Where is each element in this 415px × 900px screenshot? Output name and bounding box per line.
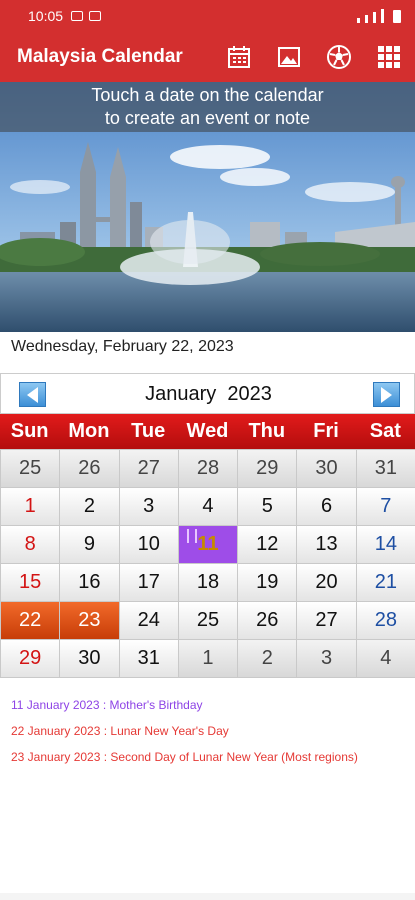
- day-cell[interactable]: 4: [355, 639, 415, 678]
- grid-menu-icon[interactable]: [375, 43, 403, 71]
- day-cell[interactable]: 12: [237, 525, 298, 564]
- battery-icon: [393, 10, 401, 23]
- weekday-fri: Fri: [313, 420, 339, 442]
- calendar-header: January 2023: [0, 373, 415, 414]
- month-calendar: January 2023 Sun Mon Tue Wed Thu Fri Sat…: [0, 373, 415, 678]
- day-cell[interactable]: 16: [59, 563, 120, 602]
- calendar-grid: 25 26 27 28 29 30 31 1 2 3 4 5 6 7 8 9 1…: [0, 449, 415, 678]
- day-cell[interactable]: 27: [296, 601, 357, 640]
- event-marker-icon: [186, 529, 197, 543]
- day-cell[interactable]: 29: [0, 639, 61, 678]
- day-cell[interactable]: 25: [0, 449, 61, 488]
- day-cell[interactable]: 2: [237, 639, 298, 678]
- arrow-right-icon: [381, 386, 392, 403]
- status-bar: 10:05: [0, 0, 415, 32]
- current-date: Wednesday, February 22, 2023: [11, 338, 234, 355]
- day-cell[interactable]: 20: [296, 563, 357, 602]
- notification-icon: [89, 11, 102, 21]
- day-cell[interactable]: 30: [296, 449, 357, 488]
- day-cell[interactable]: 7: [355, 487, 415, 526]
- weekday-thu: Thu: [248, 420, 286, 442]
- day-cell[interactable]: 10: [118, 525, 179, 564]
- day-cell[interactable]: 9: [59, 525, 120, 564]
- app-title: Malaysia Calendar: [17, 46, 183, 67]
- weekday-mon: Mon: [68, 420, 110, 442]
- soccer-ball-icon[interactable]: [325, 43, 353, 71]
- day-cell[interactable]: 26: [59, 449, 120, 488]
- day-cell[interactable]: 14: [355, 525, 415, 564]
- day-cell[interactable]: 6: [296, 487, 357, 526]
- event-day-number: 11: [197, 533, 219, 555]
- week-row: 29 30 31 1 2 3 4: [0, 639, 415, 678]
- app-bar: Malaysia Calendar: [0, 32, 415, 82]
- day-cell[interactable]: 8: [0, 525, 61, 564]
- week-row: 8 9 10 11 12 13 14: [0, 525, 415, 564]
- day-cell[interactable]: 30: [59, 639, 120, 678]
- day-cell[interactable]: 15: [0, 563, 61, 602]
- weekday-header: Sun Mon Tue Wed Thu Fri Sat: [0, 414, 415, 449]
- hint-line-1: Touch a date on the calendar: [91, 85, 324, 105]
- day-cell[interactable]: 18: [177, 563, 239, 602]
- day-cell[interactable]: 29: [237, 449, 298, 488]
- day-cell[interactable]: 17: [118, 563, 179, 602]
- day-cell[interactable]: 26: [237, 601, 298, 640]
- event-item[interactable]: 11 January 2023 : Mother's Birthday: [11, 697, 406, 723]
- month-title: January 2023: [145, 383, 272, 405]
- day-cell[interactable]: 27: [118, 449, 179, 488]
- day-cell[interactable]: 1: [0, 487, 61, 526]
- weekday-sat: Sat: [369, 420, 401, 442]
- holiday-day-cell[interactable]: 22: [0, 601, 61, 640]
- event-item[interactable]: 23 January 2023 : Second Day of Lunar Ne…: [11, 749, 406, 775]
- holiday-day-cell[interactable]: 23: [59, 601, 120, 640]
- navigation-bar: [0, 893, 415, 900]
- day-cell[interactable]: 5: [237, 487, 298, 526]
- message-icon: [71, 11, 84, 21]
- week-row: 25 26 27 28 29 30 31: [0, 449, 415, 488]
- day-cell[interactable]: 28: [177, 449, 239, 488]
- day-cell[interactable]: 13: [296, 525, 357, 564]
- day-cell[interactable]: 3: [118, 487, 179, 526]
- day-cell[interactable]: 24: [118, 601, 179, 640]
- app-screen: { "status_bar": { "time": "10:05" }, "ap…: [0, 0, 415, 900]
- next-month-button[interactable]: [373, 382, 400, 407]
- day-cell[interactable]: 4: [177, 487, 239, 526]
- image-icon[interactable]: [275, 43, 303, 71]
- weekday-sun: Sun: [10, 420, 49, 442]
- banner-image[interactable]: Touch a date on the calendar to create a…: [0, 82, 415, 332]
- calendar-list-icon[interactable]: [225, 43, 253, 71]
- week-row: 1 2 3 4 5 6 7: [0, 487, 415, 526]
- day-cell[interactable]: 28: [355, 601, 415, 640]
- week-row: 15 16 17 18 19 20 21: [0, 563, 415, 602]
- day-cell[interactable]: 25: [177, 601, 239, 640]
- banner-hint: Touch a date on the calendar to create a…: [0, 82, 415, 132]
- event-item[interactable]: 22 January 2023 : Lunar New Year's Day: [11, 723, 406, 749]
- event-list: 11 January 2023 : Mother's Birthday 22 J…: [11, 697, 406, 775]
- hint-line-2: to create an event or note: [104, 108, 311, 128]
- weekday-wed: Wed: [186, 420, 229, 442]
- day-cell[interactable]: 3: [296, 639, 357, 678]
- day-cell[interactable]: 19: [237, 563, 298, 602]
- day-cell[interactable]: 1: [177, 639, 239, 678]
- day-cell[interactable]: 21: [355, 563, 415, 602]
- event-day-cell[interactable]: 11: [177, 525, 239, 564]
- signal-icon: [357, 9, 401, 23]
- weekday-tue: Tue: [131, 420, 166, 442]
- day-cell[interactable]: 2: [59, 487, 120, 526]
- status-time: 10:05: [28, 8, 64, 24]
- day-cell[interactable]: 31: [355, 449, 415, 488]
- day-cell[interactable]: 31: [118, 639, 179, 678]
- week-row: 22 23 24 25 26 27 28: [0, 601, 415, 640]
